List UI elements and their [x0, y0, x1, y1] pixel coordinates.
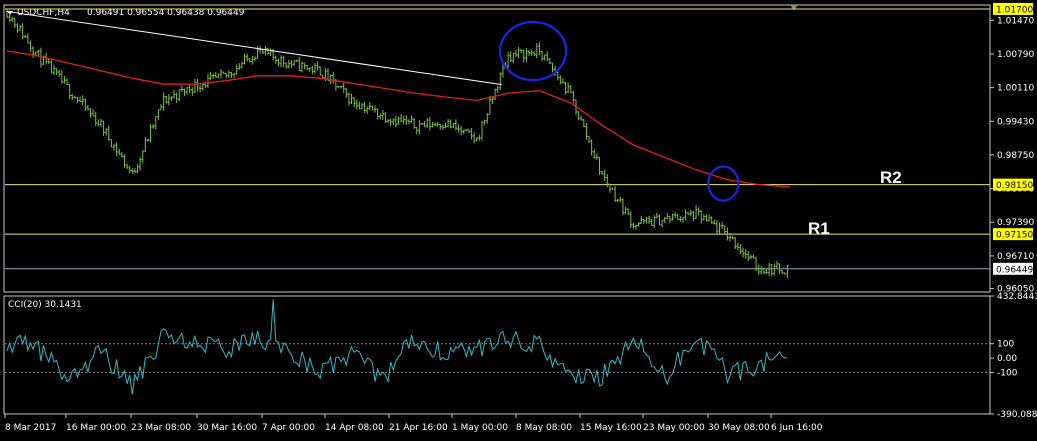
cci-tick-label: -100	[997, 368, 1018, 378]
time-tick-label: 8 May 08:00	[516, 423, 572, 433]
time-tick-label: 8 Mar 2017	[5, 423, 56, 433]
time-tick-label: 30 Mar 16:00	[197, 423, 257, 433]
price-series	[5, 9, 789, 279]
time-tick-label: 14 Apr 08:00	[325, 423, 384, 433]
level-label-text: 0.97150	[996, 231, 1033, 241]
price-tick-label: 0.98750	[997, 151, 1034, 161]
time-tick-label: 30 May 08:00	[708, 423, 770, 433]
time-tick-label: 23 Mar 08:00	[131, 423, 191, 433]
time-tick-label: 1 May 00:00	[452, 423, 508, 433]
cci-label: CCI(20) 30.1431	[8, 300, 82, 310]
level-label-text: 0.96449	[996, 265, 1033, 275]
cci-axis: 432.8441 100 0.00 -100 -390.0885	[990, 292, 1037, 420]
time-tick-label: 15 May 16:00	[580, 423, 642, 433]
price-tick-label: 1.00790	[997, 50, 1034, 60]
level-label-text: 1.01700	[996, 5, 1033, 15]
highlight-circle-top[interactable]	[499, 20, 568, 82]
time-tick-label: 23 May 00:00	[643, 423, 705, 433]
level-labels: 1.01700 0.98150 0.97150 0.96449	[993, 2, 1033, 275]
highlight-circle-r2[interactable]	[707, 165, 740, 202]
price-tick-label: 1.00110	[997, 84, 1034, 94]
price-axis[interactable]: 1.014701.007901.001100.994300.987500.980…	[990, 16, 1034, 295]
cci-tick-label: 0.00	[997, 354, 1017, 364]
time-axis[interactable]: 8 Mar 2017 16 Mar 00:00 23 Mar 08:00 30 Mar…	[4, 414, 823, 433]
cci-tick-label: -390.0885	[997, 410, 1037, 420]
main-chart-border	[3, 4, 991, 293]
r1-label: R1	[808, 219, 830, 238]
chart-window[interactable]: USDCHF,H4 0.96491 0.96554 0.96438 0.9644…	[0, 0, 1037, 441]
level-label-text: 0.98150	[996, 181, 1033, 191]
trend-line[interactable]	[6, 10, 502, 86]
price-tick-label: 1.01470	[997, 16, 1034, 26]
cci-window-border	[3, 295, 991, 415]
chart-ohlc: 0.96491 0.96554 0.96438 0.96449	[87, 8, 245, 18]
price-tick-label: 0.99430	[997, 117, 1034, 127]
time-tick-label: 7 Apr 00:00	[262, 423, 315, 433]
cci-line	[6, 299, 788, 395]
price-tick-label: 0.97390	[997, 218, 1034, 228]
cci-tick-label: 432.8441	[997, 292, 1037, 302]
cci-tick-label: 100	[997, 340, 1014, 350]
time-tick-label: 16 Mar 00:00	[66, 423, 126, 433]
time-tick-label: 6 Jun 16:00	[771, 423, 823, 433]
r2-label: R2	[880, 168, 902, 187]
time-tick-label: 21 Apr 16:00	[389, 423, 448, 433]
price-tick-label: 0.96710	[997, 252, 1034, 262]
